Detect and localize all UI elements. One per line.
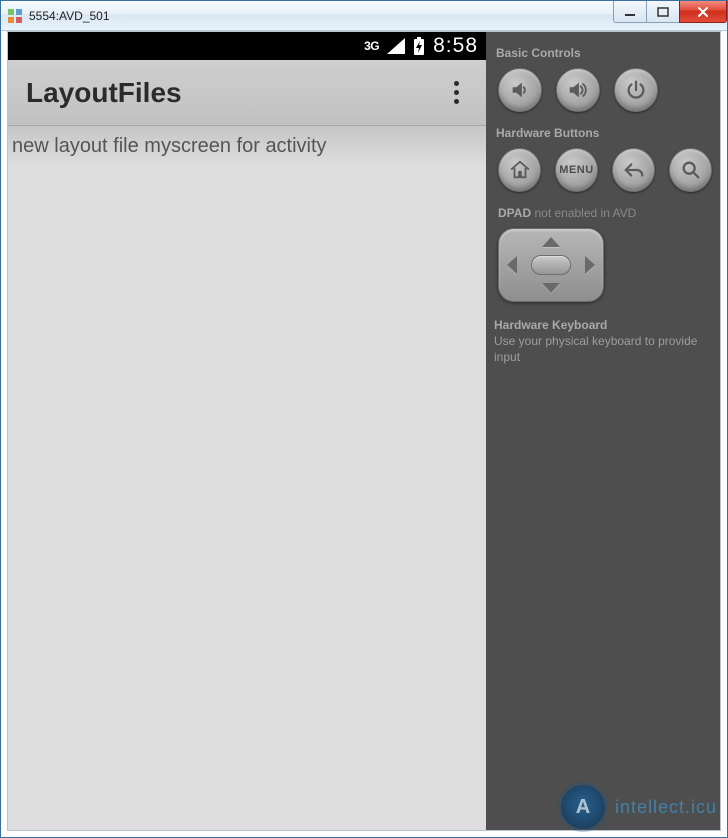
dpad-down-icon[interactable]: [542, 283, 560, 293]
signal-icon: [387, 38, 405, 54]
battery-charging-icon: [413, 37, 425, 55]
home-button[interactable]: [498, 148, 541, 192]
content-area[interactable]: [8, 166, 486, 830]
hardware-keyboard-title: Hardware Keyboard: [494, 318, 712, 332]
volume-down-button[interactable]: [498, 68, 542, 112]
emulator-controls-panel: Basic Controls Hardware Buttons MENU: [486, 32, 720, 830]
dpad-section: DPAD not enabled in AVD: [498, 206, 712, 302]
client-area: 3G 8:58 LayoutFiles: [7, 31, 721, 831]
watermark-text: intellect.icu: [615, 797, 717, 818]
back-button[interactable]: [612, 148, 655, 192]
dpad-center-button[interactable]: [531, 255, 571, 275]
window-title: 5554:AVD_501: [29, 9, 110, 23]
window-controls: [614, 1, 727, 23]
content-text: new layout file myscreen for activity: [8, 126, 486, 166]
dpad-title: DPAD: [498, 206, 531, 220]
dpad-subtext: not enabled in AVD: [534, 206, 636, 220]
content-line: new layout file myscreen for activity: [12, 135, 327, 158]
hardware-keyboard-subtext: Use your physical keyboard to provide in…: [494, 334, 712, 365]
device-screen: 3G 8:58 LayoutFiles: [8, 32, 486, 830]
titlebar[interactable]: 5554:AVD_501: [1, 1, 727, 31]
app-title: LayoutFiles: [26, 77, 444, 109]
overflow-menu-icon[interactable]: [444, 77, 468, 109]
hardware-buttons-row: MENU: [498, 148, 712, 192]
volume-up-button[interactable]: [556, 68, 600, 112]
network-3g-label: 3G: [364, 39, 379, 53]
hardware-keyboard-section: Hardware Keyboard Use your physical keyb…: [494, 318, 712, 365]
dpad-up-icon[interactable]: [542, 237, 560, 247]
menu-button[interactable]: MENU: [555, 148, 598, 192]
maximize-button[interactable]: [646, 1, 680, 23]
watermark: A intellect.icu: [561, 785, 717, 829]
dpad-left-icon[interactable]: [507, 256, 517, 274]
dpad-right-icon[interactable]: [585, 256, 595, 274]
basic-controls-row: [498, 68, 712, 112]
statusbar-clock: 8:58: [433, 34, 478, 58]
emulator-window: 5554:AVD_501 3G: [0, 0, 728, 838]
close-button[interactable]: [679, 1, 727, 23]
search-button[interactable]: [669, 148, 712, 192]
power-button[interactable]: [614, 68, 658, 112]
watermark-badge: A: [561, 785, 605, 829]
app-action-bar: LayoutFiles: [8, 60, 486, 126]
basic-controls-label: Basic Controls: [496, 46, 712, 60]
android-statusbar: 3G 8:58: [8, 32, 486, 60]
minimize-button[interactable]: [613, 1, 647, 23]
dpad-control: [498, 228, 604, 302]
emulator-app-icon: [7, 8, 23, 24]
dpad-label: DPAD not enabled in AVD: [498, 206, 712, 220]
hardware-buttons-label: Hardware Buttons: [496, 126, 712, 140]
